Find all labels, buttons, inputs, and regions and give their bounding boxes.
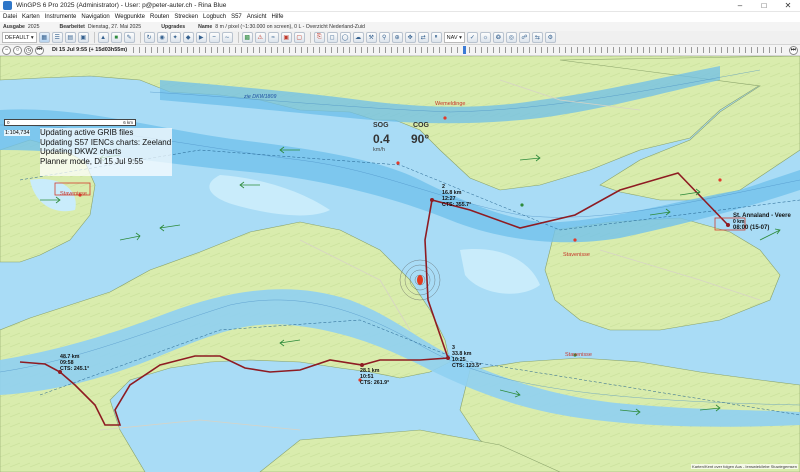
menu-instrumente[interactable]: Instrumente xyxy=(45,14,77,20)
info-bearbeitet: Bearbeitet Dienstag, 27. Mai 2025 xyxy=(59,23,142,30)
layers-icon[interactable]: ☰ xyxy=(51,32,63,43)
info-upgrades: Upgrades xyxy=(161,23,186,30)
crop-icon[interactable]: ▢ xyxy=(293,32,305,43)
status-line: Updating active GRIB files xyxy=(40,128,134,137)
close-icon[interactable]: ✕ xyxy=(776,0,800,12)
status-line: Planner mode, Di 15 Jul 9:55 xyxy=(40,156,144,166)
time-slider[interactable] xyxy=(133,46,785,54)
time-bar: − ○ ◷ ⏮ Di 15 Jul 9:55 (+ 15d03h55m) ⏭ xyxy=(0,45,800,56)
route-label[interactable]: 3 33.8 km 10:25 CTS: 123.5° xyxy=(452,345,481,369)
time-back-icon[interactable]: − xyxy=(2,45,11,55)
cog-label: COG xyxy=(413,122,429,129)
app-icon xyxy=(3,1,12,10)
kpi-icon[interactable]: ▣ xyxy=(77,32,89,43)
track-icon[interactable]: ∼ xyxy=(221,32,233,43)
minimize-icon[interactable]: – xyxy=(728,0,752,12)
pan-icon[interactable]: ✥ xyxy=(404,32,416,43)
clock-icon[interactable]: ◷ xyxy=(24,45,33,55)
window-icon[interactable]: ◻ xyxy=(326,32,338,43)
time-reset-icon[interactable]: ○ xyxy=(13,45,22,55)
menu-strecken[interactable]: Strecken xyxy=(174,14,198,20)
globe-icon[interactable]: ◯ xyxy=(339,32,351,43)
menu-hilfe[interactable]: Hilfe xyxy=(271,14,283,20)
target-icon[interactable]: ◉ xyxy=(156,32,168,43)
open-icon[interactable]: ▲ xyxy=(97,32,109,43)
ring-icon[interactable]: ◎ xyxy=(505,32,517,43)
place-label: Stavenisse xyxy=(565,352,592,358)
route-label[interactable]: 48.7 km 09:58 CTS: 245.1° xyxy=(60,354,89,372)
tag-icon[interactable]: ▶ xyxy=(195,32,207,43)
waypoint-icon[interactable]: ◆ xyxy=(182,32,194,43)
warning-icon[interactable]: ⚠ xyxy=(254,32,266,43)
sync-icon[interactable]: ⇆ xyxy=(531,32,543,43)
menu-logbuch[interactable]: Logbuch xyxy=(203,14,226,20)
sog-unit: km/h xyxy=(373,147,385,153)
info-ausgabe: Ausgabe 2025 xyxy=(3,23,40,30)
print-icon[interactable]: ⎘ xyxy=(313,32,325,43)
wrench-icon[interactable]: ⚒ xyxy=(365,32,377,43)
menu-wegpunkte[interactable]: Wegpunkte xyxy=(115,14,145,20)
ruler-icon[interactable]: ⎯ xyxy=(208,32,220,43)
destination-label[interactable]: St. Annaland - Veere 0 km 08:00 (15-07) xyxy=(733,213,791,231)
status-messages: Updating active GRIB files Updating S57 … xyxy=(40,128,172,176)
compass-icon[interactable]: ✦ xyxy=(169,32,181,43)
nautical-chart[interactable]: 0 6 km 1:104,734 Updating active GRIB fi… xyxy=(0,56,800,472)
time-slider-handle[interactable] xyxy=(463,46,467,54)
pencil-icon[interactable]: ✎ xyxy=(123,32,135,43)
boat-position xyxy=(417,275,423,285)
search-icon[interactable]: ⚲ xyxy=(378,32,390,43)
menu-navigation[interactable]: Navigation xyxy=(81,14,109,20)
place-label: Stavenisse xyxy=(563,252,590,258)
chart-icon[interactable]: ▦ xyxy=(38,32,50,43)
stop-icon[interactable]: ⏸ xyxy=(430,32,442,43)
chart-list-icon[interactable]: ▤ xyxy=(64,32,76,43)
settings-icon[interactable]: ⚙ xyxy=(544,32,556,43)
chart-copyright: Karten/Kent over folgen Aus - Ienswiek/l… xyxy=(691,464,798,469)
menu-bar: Datei Karten Instrumente Navigation Wegp… xyxy=(0,12,800,22)
menu-karten[interactable]: Karten xyxy=(22,14,40,20)
chart-info-bar: Ausgabe 2025 Bearbeitet Dienstag, 27. Mai … xyxy=(0,22,800,31)
route-label[interactable]: 2 16.8 km 12:27 CTS: 355.7° xyxy=(442,184,471,208)
chart-area-name: zie DKW1809 xyxy=(244,94,277,100)
scale-ratio: 1:104,734 xyxy=(4,130,31,136)
route-icon[interactable]: ↻ xyxy=(143,32,155,43)
tide-icon[interactable]: ≈ xyxy=(267,32,279,43)
menu-s57[interactable]: S57 xyxy=(231,14,242,20)
arrows-icon[interactable]: ⇄ xyxy=(417,32,429,43)
place-label: Stavenisse xyxy=(60,191,87,197)
scale-bar: 0 6 km xyxy=(4,119,136,126)
skip-forward-icon[interactable]: ⏭ xyxy=(789,45,798,55)
planner-time: Di 15 Jul 9:55 (+ 15d03h55m) xyxy=(52,47,128,53)
pin-icon[interactable]: ✓ xyxy=(466,32,478,43)
menu-datei[interactable]: Datei xyxy=(3,14,17,20)
menu-ansicht[interactable]: Ansicht xyxy=(247,14,267,20)
frame-icon[interactable]: ▣ xyxy=(280,32,292,43)
skip-back-icon[interactable]: ⏮ xyxy=(35,45,44,55)
title-bar: WinGPS 6 Pro 2025 (Administrator) - User… xyxy=(0,0,800,12)
profile-select[interactable]: DEFAULT ▾ xyxy=(2,32,37,43)
sog-value: 0.4 xyxy=(373,132,390,146)
sog-label: SOG xyxy=(373,122,389,129)
status-line: Updating DKW2 charts xyxy=(40,147,122,156)
network-icon[interactable]: ☍ xyxy=(518,32,530,43)
maximize-icon[interactable]: □ xyxy=(752,0,776,12)
cog-value: 90° xyxy=(411,132,430,146)
main-toolbar: DEFAULT ▾ ▦ ☰ ▤ ▣ ▲ ■ ✎ ↻ ◉ ✦ ◆ ▶ ⎯ ∼ ▩ … xyxy=(0,31,800,45)
zoom-icon[interactable]: ⊕ xyxy=(391,32,403,43)
place-label: Wemeldinge xyxy=(435,101,466,107)
nav-select[interactable]: NAV ▾ xyxy=(443,32,465,43)
map-icon[interactable]: ■ xyxy=(110,32,122,43)
status-line: Updating S57 IENCs charts: Zeeland xyxy=(40,137,172,147)
helm-icon[interactable]: ❂ xyxy=(492,32,504,43)
window-title: WinGPS 6 Pro 2025 (Administrator) - User… xyxy=(16,2,227,9)
info-name: Name 8 m / pixel (~1:30.000 on screen), 0… xyxy=(198,23,365,30)
menu-routen[interactable]: Routen xyxy=(150,14,169,20)
grid-icon[interactable]: ▩ xyxy=(241,32,253,43)
bulb-icon[interactable]: ☼ xyxy=(479,32,491,43)
route-label[interactable]: 28.1 km 10:51 CTS: 261.9° xyxy=(360,368,389,386)
weather-icon[interactable]: ☁ xyxy=(352,32,364,43)
